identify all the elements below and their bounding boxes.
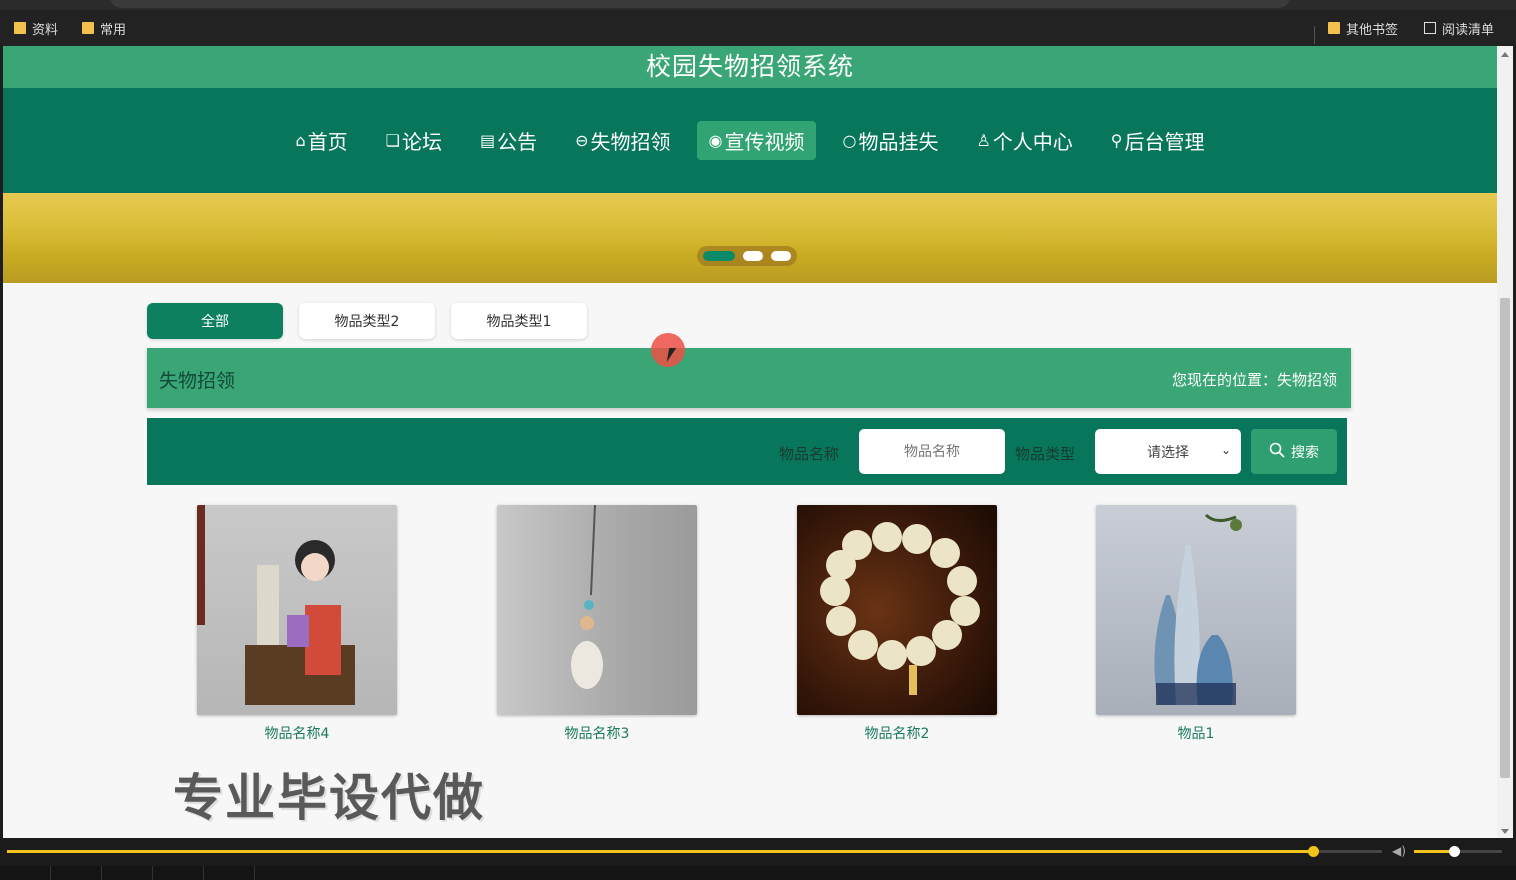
bookmark-label: 常用: [100, 22, 127, 38]
nav-item-5[interactable]: ○ 物品挂失: [830, 121, 950, 160]
carousel-dot[interactable]: [771, 251, 791, 261]
scroll-thumb[interactable]: [1500, 298, 1510, 778]
bookmark-label: 阅读清单: [1442, 22, 1495, 38]
reading-list-icon: [1424, 22, 1436, 34]
nav-item-1[interactable]: ❏ 论坛: [374, 121, 454, 160]
volume-icon[interactable]: ◀): [1392, 844, 1406, 858]
bookmarks-bar: 资料 常用 其他书签 阅读清单: [0, 10, 1516, 46]
nav-icon: ❏: [385, 131, 400, 150]
select-value: 请选择: [1147, 444, 1189, 461]
item-card[interactable]: 物品1: [1096, 505, 1296, 743]
item-grid: 物品名称4 物品名称3 物品名称2 物品1: [3, 505, 1497, 755]
taskbar-divider: [50, 866, 51, 880]
item-card[interactable]: 物品名称3: [497, 505, 697, 743]
category-tab[interactable]: 物品类型2: [299, 303, 435, 339]
nav-label: 失物招领: [590, 130, 671, 154]
watermark-text: 专业毕设代做: [173, 758, 485, 830]
nav-label: 后台管理: [1124, 130, 1205, 154]
banner-carousel[interactable]: [3, 193, 1497, 283]
nav-item-2[interactable]: ▤ 公告: [468, 121, 549, 160]
site-title: 校园失物招领系统: [3, 46, 1497, 88]
nav-label: 个人中心: [992, 130, 1073, 154]
bookmark-folder[interactable]: 资料: [14, 19, 59, 38]
volume-slider[interactable]: [1414, 846, 1502, 857]
folder-icon: [14, 22, 26, 34]
progress-fill: [7, 850, 1314, 853]
item-image[interactable]: [797, 505, 997, 715]
scroll-up-icon[interactable]: [1501, 52, 1509, 57]
nav-item-6[interactable]: ♙ 个人中心: [964, 121, 1084, 160]
taskbar-strip: [0, 866, 1516, 880]
nav-item-4[interactable]: ◉ 宣传视频: [696, 121, 817, 160]
bookmark-reading-list[interactable]: 阅读清单: [1424, 19, 1495, 38]
item-name[interactable]: 物品名称4: [197, 723, 397, 743]
progress-handle[interactable]: [1308, 846, 1320, 857]
taskbar-divider: [101, 866, 102, 880]
carousel-dot[interactable]: [743, 251, 763, 261]
taskbar-divider: [254, 866, 255, 880]
nav-icon: ○: [842, 131, 857, 150]
name-label: 物品名称: [779, 445, 840, 463]
nav-label: 公告: [497, 130, 538, 154]
breadcrumb-bar: 失物招领 您现在的位置：失物招领: [147, 348, 1351, 408]
item-name-input[interactable]: [859, 429, 1005, 474]
breadcrumb: 您现在的位置：失物招领: [1171, 371, 1337, 389]
folder-icon: [82, 22, 94, 34]
nav-icon: ◉: [708, 131, 723, 150]
bookmark-other[interactable]: 其他书签: [1328, 19, 1399, 38]
nav-label: 宣传视频: [724, 130, 805, 154]
nav-label: 物品挂失: [858, 130, 939, 154]
item-type-select[interactable]: 请选择 ⌄: [1095, 429, 1241, 474]
bookmark-label: 资料: [32, 22, 59, 38]
volume-handle[interactable]: [1448, 846, 1460, 857]
browser-tab-strip: [0, 0, 1516, 10]
volume-fill: [1414, 850, 1454, 853]
search-button[interactable]: 搜索: [1251, 429, 1337, 474]
item-image[interactable]: [497, 505, 697, 715]
taskbar-divider: [152, 866, 153, 880]
taskbar-divider: [203, 866, 204, 880]
nav-item-3[interactable]: ⊖ 失物招领: [563, 121, 682, 160]
bookmark-label: 其他书签: [1346, 22, 1399, 38]
chevron-down-icon: ⌄: [1220, 443, 1231, 457]
section-title: 失物招领: [159, 370, 236, 392]
item-name[interactable]: 物品1: [1096, 723, 1296, 743]
address-bar[interactable]: [110, 0, 1290, 8]
carousel-indicators: [697, 246, 797, 266]
progress-track[interactable]: [7, 846, 1382, 857]
page-viewport: 校园失物招领系统 ⌂ 首页 ❏ 论坛 ▤ 公告 ⊖ 失物招领 ◉ 宣传视频 ○ 物品挂失 ♙ 个人中心 ⚲ 后…: [3, 46, 1497, 838]
nav-icon: ▤: [479, 131, 496, 150]
nav-icon: ⊖: [575, 131, 589, 150]
category-tab[interactable]: 物品类型1: [451, 303, 587, 339]
search-bar: 物品名称 物品类型 请选择 ⌄ 搜索: [147, 418, 1347, 485]
item-image[interactable]: [1096, 505, 1296, 715]
nav-icon: ♙: [976, 131, 991, 150]
item-name[interactable]: 物品名称2: [797, 723, 997, 743]
item-card[interactable]: 物品名称4: [197, 505, 397, 743]
category-tabs: 全部 物品类型2 物品类型1: [147, 303, 587, 339]
nav-icon: ⌂: [295, 131, 306, 150]
folder-icon: [1328, 22, 1340, 34]
search-button-label: 搜索: [1291, 444, 1319, 461]
watermark-label: 专业毕设代做: [173, 769, 485, 827]
main-nav: ⌂ 首页 ❏ 论坛 ▤ 公告 ⊖ 失物招领 ◉ 宣传视频 ○ 物品挂失 ♙ 个人中心 ⚲ 后台管理: [3, 88, 1497, 193]
page-scrollbar[interactable]: [1497, 46, 1513, 838]
item-card[interactable]: 物品名称2: [797, 505, 997, 743]
nav-icon: ⚲: [1110, 131, 1123, 150]
carousel-dot[interactable]: [703, 251, 735, 261]
video-player-bar: ◀): [0, 838, 1516, 880]
bookmark-folder[interactable]: 常用: [82, 19, 127, 38]
item-image[interactable]: [197, 505, 397, 715]
search-icon: [1269, 442, 1285, 462]
type-label: 物品类型: [1015, 445, 1076, 463]
nav-item-7[interactable]: ⚲ 后台管理: [1099, 121, 1217, 160]
scroll-down-icon[interactable]: [1501, 829, 1509, 834]
nav-item-0[interactable]: ⌂ 首页: [283, 121, 359, 160]
category-tab[interactable]: 全部: [147, 303, 283, 339]
bookmark-divider: [1314, 26, 1315, 44]
nav-label: 论坛: [401, 130, 442, 154]
item-name[interactable]: 物品名称3: [497, 723, 697, 743]
nav-label: 首页: [307, 130, 348, 154]
